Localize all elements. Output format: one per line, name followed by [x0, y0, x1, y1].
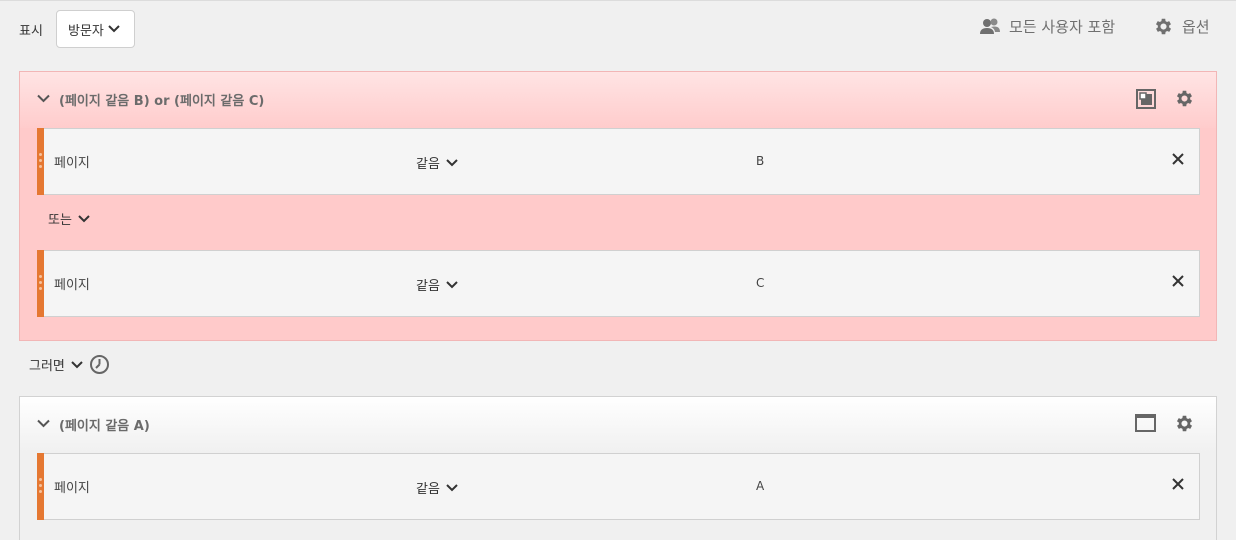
container-1-title: (페이지 같음 B) or (페이지 같음 C)	[59, 94, 265, 109]
gear-icon	[1155, 18, 1172, 35]
close-icon[interactable]	[1171, 477, 1185, 491]
drag-handle[interactable]	[37, 250, 44, 317]
chevron-down-icon	[108, 25, 120, 33]
rule-dimension[interactable]: 페이지	[54, 274, 90, 293]
close-icon[interactable]	[1171, 274, 1185, 288]
rule-dimension[interactable]: 페이지	[54, 477, 90, 496]
sequence-then: 그러면	[29, 354, 110, 375]
drag-handle[interactable]	[37, 453, 44, 520]
operator-dropdown[interactable]: 같음	[416, 153, 458, 172]
rule-value[interactable]: A	[756, 479, 764, 493]
container-2-header: (페이지 같음 A)	[20, 397, 1216, 453]
drag-handle[interactable]	[37, 128, 44, 195]
chevron-down-icon	[446, 280, 458, 288]
segment-container-1: (페이지 같음 B) or (페이지 같음 C) 페이지 같음 B 또는 페이지…	[19, 71, 1217, 341]
rule-value[interactable]: B	[756, 154, 764, 168]
gear-icon[interactable]	[1174, 413, 1195, 434]
chevron-down-icon[interactable]	[37, 419, 50, 428]
rule-row: 페이지 같음 A	[37, 453, 1200, 520]
operator-label: 같음	[416, 482, 440, 497]
logic-operator-dropdown[interactable]: 또는	[48, 209, 90, 228]
operator-label: 같음	[416, 279, 440, 294]
clock-icon[interactable]	[89, 354, 110, 375]
rule-row: 페이지 같음 B	[37, 128, 1200, 195]
options-button[interactable]: 옵션	[1153, 16, 1210, 37]
then-label: 그러면	[29, 359, 65, 374]
options-label: 옵션	[1182, 18, 1210, 36]
top-border	[0, 0, 1236, 1]
then-dropdown[interactable]: 그러면	[29, 355, 83, 374]
operator-dropdown[interactable]: 같음	[416, 275, 458, 294]
users-icon	[980, 18, 1000, 34]
chevron-down-icon	[446, 483, 458, 491]
logic-operator-label: 또는	[48, 213, 72, 228]
container-2-title: (페이지 같음 A)	[59, 419, 150, 434]
chevron-down-icon	[446, 158, 458, 166]
operator-label: 같음	[416, 157, 440, 172]
show-select[interactable]: 방문자	[56, 10, 135, 48]
chevron-down-icon	[71, 360, 83, 368]
rule-dimension[interactable]: 페이지	[54, 152, 90, 171]
gear-icon[interactable]	[1174, 88, 1195, 109]
close-icon[interactable]	[1171, 152, 1185, 166]
include-all-users-button[interactable]: 모든 사용자 포함	[979, 16, 1115, 37]
show-label: 표시	[19, 24, 43, 39]
exclude-container-icon[interactable]	[1136, 89, 1156, 109]
include-all-users-label: 모든 사용자 포함	[1009, 18, 1116, 36]
container-1-header: (페이지 같음 B) or (페이지 같음 C)	[20, 72, 1216, 128]
show-select-value: 방문자	[68, 23, 104, 39]
rule-row: 페이지 같음 C	[37, 250, 1200, 317]
segment-container-2: (페이지 같음 A) 페이지 같음 A	[19, 396, 1217, 540]
chevron-down-icon[interactable]	[37, 94, 50, 103]
chevron-down-icon	[78, 214, 90, 222]
operator-dropdown[interactable]: 같음	[416, 478, 458, 497]
container-icon[interactable]	[1135, 414, 1156, 432]
rule-value[interactable]: C	[756, 276, 764, 290]
